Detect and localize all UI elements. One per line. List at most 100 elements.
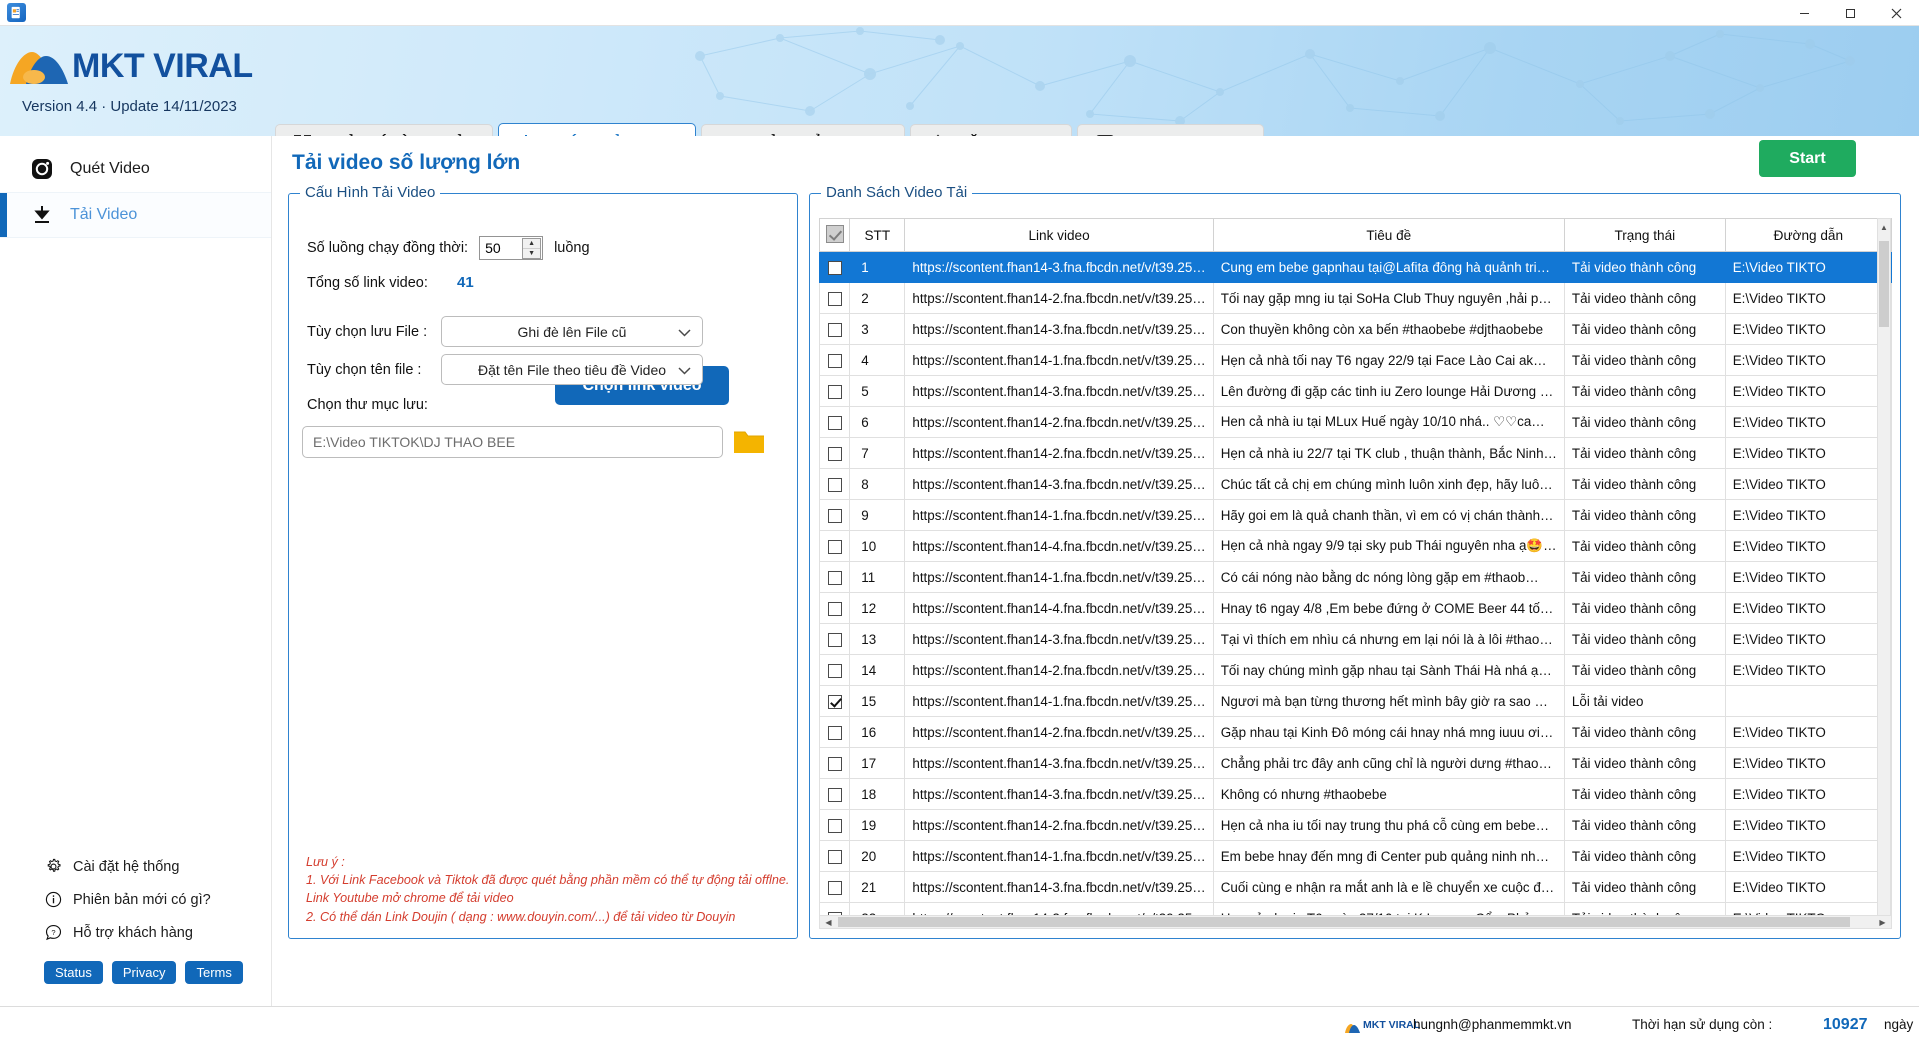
- sidebar-link-phien-ban-moi[interactable]: Phiên bản mới có gì?: [0, 883, 272, 916]
- row-checkbox[interactable]: [827, 663, 842, 678]
- horizontal-scrollbar[interactable]: ◀ ▶: [819, 915, 1892, 929]
- stepper-down-icon[interactable]: ▼: [523, 249, 540, 258]
- row-checkbox-cell[interactable]: [819, 809, 851, 841]
- status-pill[interactable]: Status: [44, 961, 103, 984]
- vertical-scrollbar[interactable]: ▲ ▼: [1877, 218, 1891, 928]
- folder-icon[interactable]: [733, 428, 765, 456]
- row-checkbox[interactable]: [827, 508, 842, 523]
- row-checkbox-cell[interactable]: [819, 344, 851, 376]
- vscroll-thumb[interactable]: [1879, 241, 1889, 327]
- table-row[interactable]: 16 https://scontent.fhan14-2.fna.fbcdn.ne…: [819, 716, 1892, 748]
- row-checkbox[interactable]: [827, 601, 842, 616]
- sidebar-item-quet-video[interactable]: Quét Video: [0, 146, 271, 192]
- row-checkbox-cell[interactable]: [819, 685, 851, 717]
- table-row[interactable]: 20 https://scontent.fhan14-1.fna.fbcdn.ne…: [819, 840, 1892, 872]
- th-stt[interactable]: STT: [849, 218, 906, 252]
- table-row[interactable]: 3 https://scontent.fhan14-3.fna.fbcdn.net…: [819, 313, 1892, 345]
- sidebar-link-ho-tro-khach-hang[interactable]: ? Hỗ trợ khách hàng: [0, 916, 272, 949]
- folder-path-input[interactable]: E:\Video TIKTOK\DJ THAO BEE: [302, 426, 723, 458]
- table-row[interactable]: 15 https://scontent.fhan14-1.fna.fbcdn.ne…: [819, 685, 1892, 717]
- th-select-all[interactable]: [819, 218, 851, 252]
- row-checkbox-cell[interactable]: [819, 468, 851, 500]
- row-checkbox[interactable]: [827, 756, 842, 771]
- table-row[interactable]: 4 https://scontent.fhan14-1.fna.fbcdn.net…: [819, 344, 1892, 376]
- row-checkbox[interactable]: [827, 818, 842, 833]
- row-checkbox[interactable]: [827, 632, 842, 647]
- row-checkbox-cell[interactable]: [819, 282, 851, 314]
- privacy-pill[interactable]: Privacy: [111, 961, 177, 984]
- start-button[interactable]: Start: [1759, 140, 1856, 177]
- row-checkbox-cell[interactable]: [819, 778, 851, 810]
- table-row[interactable]: 14 https://scontent.fhan14-2.fna.fbcdn.ne…: [819, 654, 1892, 686]
- table-row[interactable]: 1 https://scontent.fhan14-3.fna.fbcdn.net…: [819, 251, 1892, 283]
- sidebar-link-cai-dat-he-thong[interactable]: Cài đặt hệ thống: [0, 850, 272, 883]
- row-checkbox[interactable]: [827, 477, 842, 492]
- row-checkbox-cell[interactable]: [819, 406, 851, 438]
- row-checkbox-cell[interactable]: [819, 530, 851, 562]
- table-row[interactable]: 18 https://scontent.fhan14-3.fna.fbcdn.ne…: [819, 778, 1892, 810]
- threads-stepper[interactable]: 50 ▲ ▼: [479, 236, 544, 260]
- row-checkbox-cell[interactable]: [819, 654, 851, 686]
- table-row[interactable]: 9 https://scontent.fhan14-1.fna.fbcdn.net…: [819, 499, 1892, 531]
- table-row[interactable]: 6 https://scontent.fhan14-2.fna.fbcdn.net…: [819, 406, 1892, 438]
- row-checkbox-cell[interactable]: [819, 871, 851, 903]
- table-row[interactable]: 5 https://scontent.fhan14-3.fna.fbcdn.net…: [819, 375, 1892, 407]
- tab-quan-li-tai-khoan[interactable]: QUẢN LÍ TÀI KHOẢN: [275, 124, 494, 136]
- table-row[interactable]: 17 https://scontent.fhan14-3.fna.fbcdn.ne…: [819, 747, 1892, 779]
- row-checkbox-cell[interactable]: [819, 251, 851, 283]
- row-checkbox[interactable]: [827, 539, 842, 554]
- row-checkbox-cell[interactable]: [819, 840, 851, 872]
- row-checkbox-cell[interactable]: [819, 747, 851, 779]
- save-option-select[interactable]: Ghi đè lên File cũ: [441, 316, 703, 347]
- select-all-checkbox-icon[interactable]: [825, 224, 844, 243]
- th-trang-thai[interactable]: Trạng thái: [1563, 218, 1726, 252]
- row-checkbox-cell[interactable]: [819, 561, 851, 593]
- minimize-button[interactable]: [1781, 0, 1827, 26]
- stepper-up-icon[interactable]: ▲: [523, 239, 541, 249]
- hscroll-thumb[interactable]: [838, 917, 1850, 927]
- sidebar-item-tai-video[interactable]: Tải Video: [0, 192, 271, 238]
- terms-pill[interactable]: Terms: [185, 961, 243, 984]
- row-checkbox[interactable]: [827, 880, 842, 895]
- tab-dang-video[interactable]: ĐĂNG VIDEO: [910, 124, 1073, 136]
- table-row[interactable]: 10 https://scontent.fhan14-4.fna.fbcdn.ne…: [819, 530, 1892, 562]
- th-tieu-de[interactable]: Tiêu đề: [1212, 218, 1565, 252]
- row-checkbox-cell[interactable]: [819, 437, 851, 469]
- row-checkbox-cell[interactable]: [819, 313, 851, 345]
- row-checkbox[interactable]: [827, 570, 842, 585]
- table-row[interactable]: 13 https://scontent.fhan14-3.fna.fbcdn.ne…: [819, 623, 1892, 655]
- row-checkbox[interactable]: [827, 446, 842, 461]
- table-row[interactable]: 21 https://scontent.fhan14-3.fna.fbcdn.ne…: [819, 871, 1892, 903]
- row-checkbox[interactable]: [827, 260, 842, 275]
- row-checkbox-cell[interactable]: [819, 716, 851, 748]
- scroll-left-icon[interactable]: ◀: [821, 916, 836, 928]
- maximize-button[interactable]: [1827, 0, 1873, 26]
- scroll-up-icon[interactable]: ▲: [1878, 220, 1890, 235]
- row-checkbox-cell[interactable]: [819, 375, 851, 407]
- table-row[interactable]: 11 https://scontent.fhan14-1.fna.fbcdn.ne…: [819, 561, 1892, 593]
- row-checkbox[interactable]: [827, 725, 842, 740]
- row-checkbox[interactable]: [827, 849, 842, 864]
- row-checkbox[interactable]: [827, 787, 842, 802]
- scroll-right-icon[interactable]: ▶: [1875, 916, 1890, 928]
- row-checkbox[interactable]: [827, 291, 842, 306]
- name-option-select[interactable]: Đặt tên File theo tiêu đề Video: [441, 354, 703, 385]
- table-row[interactable]: 12 https://scontent.fhan14-4.fna.fbcdn.ne…: [819, 592, 1892, 624]
- row-checkbox[interactable]: [827, 353, 842, 368]
- table-row[interactable]: 8 https://scontent.fhan14-3.fna.fbcdn.net…: [819, 468, 1892, 500]
- stepper-arrows[interactable]: ▲ ▼: [522, 238, 542, 259]
- table-row[interactable]: 2 https://scontent.fhan14-2.fna.fbcdn.net…: [819, 282, 1892, 314]
- th-duong-dan[interactable]: Đường dẫn: [1724, 218, 1892, 252]
- th-link-video[interactable]: Link video: [904, 218, 1214, 252]
- row-checkbox-cell[interactable]: [819, 499, 851, 531]
- close-button[interactable]: [1873, 0, 1919, 26]
- tab-chinh-sua-video[interactable]: CHỈNH SỬA VIDEO: [701, 124, 906, 136]
- tab-seeding-video[interactable]: SEEDING VIDEO: [1077, 124, 1264, 136]
- row-checkbox-cell[interactable]: [819, 623, 851, 655]
- table-row[interactable]: 7 https://scontent.fhan14-2.fna.fbcdn.net…: [819, 437, 1892, 469]
- row-checkbox-cell[interactable]: [819, 592, 851, 624]
- row-checkbox[interactable]: [827, 384, 842, 399]
- row-checkbox[interactable]: [827, 694, 842, 709]
- table-row[interactable]: 19 https://scontent.fhan14-2.fna.fbcdn.ne…: [819, 809, 1892, 841]
- row-checkbox[interactable]: [827, 322, 842, 337]
